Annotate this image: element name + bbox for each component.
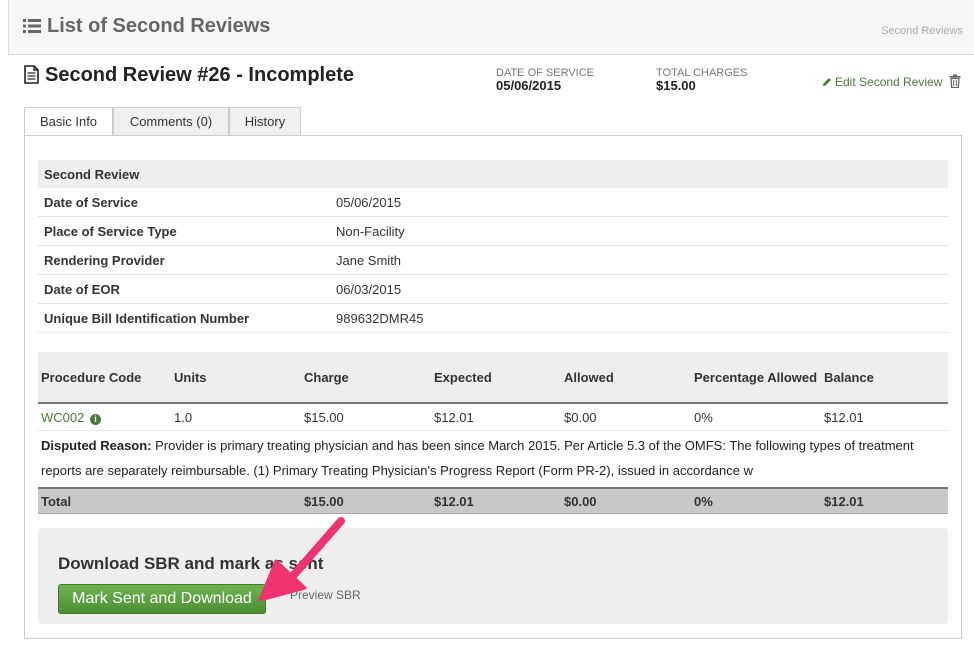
col-allowed: Allowed: [561, 352, 691, 404]
pencil-icon: [823, 78, 831, 86]
total-charge: $15.00: [301, 487, 431, 514]
list-icon: [23, 19, 41, 33]
procedure-code-link[interactable]: WC002: [41, 410, 84, 425]
procedure-code-cell: WC002 i: [38, 403, 171, 431]
edit-second-review-link[interactable]: Edit Second Review: [822, 75, 942, 89]
units-cell: 1.0: [171, 403, 301, 431]
document-icon: [24, 65, 39, 84]
tab-basic-info[interactable]: Basic Info: [24, 107, 113, 137]
info-icon[interactable]: i: [89, 413, 101, 425]
info-row: Date of Service 05/06/2015: [38, 188, 948, 217]
page-header: List of Second Reviews Second Reviews: [8, 0, 974, 55]
col-units: Units: [171, 352, 301, 404]
allowed-cell: $0.00: [561, 403, 691, 431]
breadcrumb[interactable]: Second Reviews: [881, 25, 963, 37]
info-row: Unique Bill Identification Number 989632…: [38, 303, 948, 333]
charge-cell: $15.00: [301, 403, 431, 431]
info-label: Date of Service: [38, 188, 330, 217]
info-row: Place of Service Type Non-Facility: [38, 216, 948, 246]
total-charges-meta: TOTAL CHARGES $15.00: [656, 67, 747, 92]
disputed-reason-label: Disputed Reason:: [41, 438, 152, 453]
download-sbr-heading: Download SBR and mark as sent: [58, 554, 324, 573]
page-title: List of Second Reviews: [23, 15, 270, 38]
basic-info-panel: Second Review Date of Service 05/06/2015…: [24, 135, 962, 639]
total-row: Total $15.00 $12.01 $0.00 0% $12.01: [38, 487, 948, 514]
section-title: Second Review: [38, 160, 948, 188]
total-expected: $12.01: [431, 487, 561, 514]
col-percentage-allowed: Percentage Allowed: [691, 352, 821, 404]
total-allowed: $0.00: [561, 487, 691, 514]
info-label: Unique Bill Identification Number: [38, 303, 330, 333]
info-label: Rendering Provider: [38, 245, 330, 275]
mark-sent-and-download-button[interactable]: Mark Sent and Download: [58, 584, 266, 614]
date-of-service-value: 05/06/2015: [496, 78, 562, 93]
disputed-reason-text: Provider is primary treating physician a…: [41, 438, 914, 478]
review-title: Second Review #26 - Incomplete: [24, 64, 354, 87]
total-charges-value: $15.00: [656, 78, 696, 93]
info-row: Date of EOR 06/03/2015: [38, 274, 948, 304]
tab-comments[interactable]: Comments (0): [113, 107, 229, 135]
expected-cell: $12.01: [431, 403, 561, 431]
info-label: Place of Service Type: [38, 216, 330, 246]
info-value: 05/06/2015: [330, 188, 948, 217]
col-charge: Charge: [301, 352, 431, 404]
info-value: 06/03/2015: [330, 274, 948, 304]
total-balance: $12.01: [821, 487, 948, 514]
review-title-text: Second Review #26 - Incomplete: [45, 64, 354, 86]
balance-cell: $12.01: [821, 403, 948, 431]
second-review-info-table: Second Review Date of Service 05/06/2015…: [38, 160, 948, 333]
edit-second-review-label: Edit Second Review: [835, 75, 943, 89]
preview-sbr-link[interactable]: Preview SBR: [290, 588, 361, 602]
tab-history[interactable]: History: [229, 107, 301, 135]
procedures-table: Procedure Code Units Charge Expected All…: [38, 352, 948, 514]
info-label: Date of EOR: [38, 274, 330, 304]
total-label: Total: [38, 487, 301, 514]
page-title-text: List of Second Reviews: [47, 15, 271, 37]
info-value: 989632DMR45: [330, 303, 948, 333]
info-value: Jane Smith: [330, 245, 948, 275]
date-of-service-meta: DATE OF SERVICE 05/06/2015: [496, 67, 594, 92]
download-sbr-box: Download SBR and mark as sent Mark Sent …: [38, 528, 948, 624]
total-percentage: 0%: [691, 487, 821, 514]
col-expected: Expected: [431, 352, 561, 404]
procedures-header-row: Procedure Code Units Charge Expected All…: [38, 352, 948, 404]
table-row: WC002 i 1.0 $15.00 $12.01 $0.00 0% $12.0…: [38, 403, 948, 431]
info-row: Rendering Provider Jane Smith: [38, 245, 948, 275]
disputed-reason-row: Disputed Reason: Provider is primary tre…: [38, 431, 948, 489]
col-procedure-code: Procedure Code: [38, 352, 171, 404]
col-balance: Balance: [821, 352, 948, 404]
percentage-cell: 0%: [691, 403, 821, 431]
trash-icon[interactable]: [949, 74, 961, 88]
info-value: Non-Facility: [330, 216, 948, 246]
disputed-reason: Disputed Reason: Provider is primary tre…: [38, 431, 948, 489]
